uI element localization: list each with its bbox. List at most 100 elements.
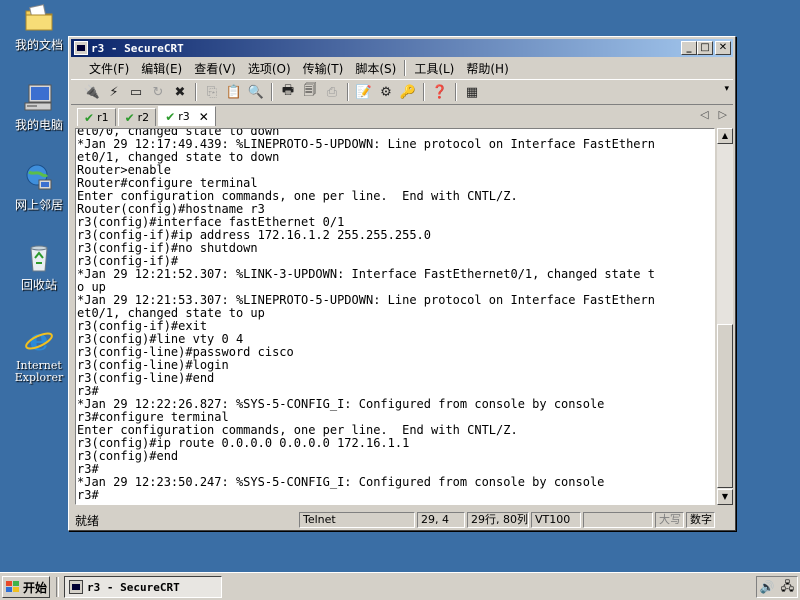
menu-script[interactable]: 脚本(S) xyxy=(349,60,402,77)
toolbar-overflow-icon[interactable]: ▾ xyxy=(724,84,729,94)
toolbar-separator xyxy=(347,83,349,101)
terminal-scrollbar[interactable]: ▲ ▼ xyxy=(717,128,733,505)
taskbar: 开始 r3 - SecureCRT 🔊 🖧 xyxy=(0,572,800,600)
keymap-icon[interactable]: 🔑 xyxy=(397,81,419,103)
windows-flag-icon xyxy=(6,581,20,593)
tab-next-icon[interactable]: ▷ xyxy=(719,108,727,121)
copy-icon[interactable]: ⎘ xyxy=(201,81,223,103)
menu-edit[interactable]: 编辑(E) xyxy=(135,60,188,77)
connected-check-icon: ✔ xyxy=(124,110,135,125)
terminal-line: et0/1, changed state to down xyxy=(77,150,280,164)
reconnect-icon[interactable]: ↻ xyxy=(147,81,169,103)
disconnect-icon[interactable]: ✖ xyxy=(169,81,191,103)
internet-explorer-icon: e xyxy=(23,323,55,358)
system-tray: 🔊 🖧 xyxy=(756,576,798,598)
help-icon[interactable]: ❓ xyxy=(429,81,451,103)
scrollbar-thumb[interactable] xyxy=(717,324,733,488)
quick-connect-icon[interactable]: ⚡ xyxy=(103,81,125,103)
securecrt-app-icon xyxy=(74,41,88,55)
status-emulation: VT100 xyxy=(531,512,581,528)
status-num: 数字 xyxy=(686,512,715,528)
securecrt-app-icon xyxy=(69,580,83,594)
desktop-icon-network-places[interactable]: 网上邻居 xyxy=(2,162,76,212)
toolbar-separator xyxy=(423,83,425,101)
toolbar-separator xyxy=(271,83,273,101)
my-computer-icon xyxy=(23,82,55,114)
desktop-icon-internet-explorer[interactable]: e Internet Explorer xyxy=(2,323,76,384)
scroll-up-icon[interactable]: ▲ xyxy=(717,128,733,144)
connected-check-icon: ✔ xyxy=(165,109,176,124)
paste-icon[interactable]: 📋 xyxy=(223,81,245,103)
toolbar-separator xyxy=(455,83,457,101)
terminal-line: *Jan 29 12:21:52.307: %LINK-3-UPDOWN: In… xyxy=(77,267,655,281)
menu-view[interactable]: 查看(V) xyxy=(188,60,242,77)
volume-icon[interactable]: 🔊 xyxy=(760,580,775,594)
recycle-bin-icon xyxy=(23,242,55,274)
find-icon[interactable]: 🔍 xyxy=(245,81,267,103)
close-button[interactable]: ✕ xyxy=(715,41,731,55)
terminal-output[interactable]: et0/0, changed state to down *Jan 29 12:1… xyxy=(75,128,715,505)
window-title: r3 - SecureCRT xyxy=(91,41,184,55)
desktop-icon-label: 我的电脑 xyxy=(14,118,63,132)
tab-label: r2 xyxy=(137,111,150,124)
menubar: 文件(F) 编辑(E) 查看(V) 选项(O) 传输(T) 脚本(S) 工具(L… xyxy=(71,58,733,78)
network-places-icon xyxy=(23,162,55,194)
terminal-line: *Jan 29 12:23:50.247: %SYS-5-CONFIG_I: C… xyxy=(77,475,605,489)
tab-r3[interactable]: ✔ r3 ✕ xyxy=(158,106,216,126)
global-options-icon[interactable]: ⚙ xyxy=(375,81,397,103)
desktop-icon-my-documents[interactable]: 我的文档 xyxy=(2,2,76,52)
my-documents-icon xyxy=(23,2,55,34)
desktop-icon-my-computer[interactable]: 我的电脑 xyxy=(2,82,76,132)
terminal-line: r3(config)#end xyxy=(77,449,179,463)
terminal-text: et0/0, changed state to down *Jan 29 12:1… xyxy=(76,129,714,502)
tab-r1[interactable]: ✔ r1 xyxy=(77,108,116,126)
print-icon[interactable]: 🖶 xyxy=(277,81,299,103)
status-terminal-size: 29行, 80列 xyxy=(467,512,529,528)
terminal-line: r3(config-line)#end xyxy=(77,371,215,385)
connect-in-tab-icon[interactable]: ▭ xyxy=(125,81,147,103)
menu-separator xyxy=(404,60,407,76)
start-button[interactable]: 开始 xyxy=(2,576,50,598)
window-titlebar[interactable]: r3 - SecureCRT _ □ ✕ xyxy=(71,39,733,57)
tab-label: r1 xyxy=(97,111,109,124)
menu-help[interactable]: 帮助(H) xyxy=(460,60,514,77)
toolbar-separator xyxy=(195,83,197,101)
desktop-icon-recycle-bin[interactable]: 回收站 xyxy=(2,242,76,292)
securecrt-window: r3 - SecureCRT _ □ ✕ 文件(F) 编辑(E) 查看(V) 选… xyxy=(68,36,736,531)
print-selection-icon[interactable]: 🗐 xyxy=(299,81,321,103)
minimize-button[interactable]: _ xyxy=(681,41,697,55)
desktop-icon-label: 网上邻居 xyxy=(14,198,63,212)
maximize-button[interactable]: □ xyxy=(697,41,713,55)
menu-options[interactable]: 选项(O) xyxy=(242,60,297,77)
scroll-down-icon[interactable]: ▼ xyxy=(717,489,733,505)
toolbar: 🔌 ⚡ ▭ ↻ ✖ ⎘ 📋 🔍 🖶 🗐 ⎙ 📝 ⚙ 🔑 ❓ ▦ ▾ xyxy=(71,79,733,105)
menu-transfer[interactable]: 传输(T) xyxy=(297,60,350,77)
tab-r2[interactable]: ✔ r2 xyxy=(117,108,157,126)
taskbar-button-label: r3 - SecureCRT xyxy=(87,580,180,594)
start-label: 开始 xyxy=(23,580,48,595)
taskbar-button-securecrt[interactable]: r3 - SecureCRT xyxy=(64,576,222,598)
connect-icon[interactable]: 🔌 xyxy=(81,81,103,103)
status-ready: 就绪 xyxy=(75,513,100,528)
connected-check-icon: ✔ xyxy=(84,110,95,125)
desktop-icon-label: 我的文档 xyxy=(14,38,63,52)
keypad-icon[interactable]: ▦ xyxy=(461,81,483,103)
session-tabs: ✔ r1 ✔ r2 ✔ r3 ✕ ◁ ▷ xyxy=(71,106,733,126)
tab-close-icon[interactable]: ✕ xyxy=(199,110,209,124)
status-blank xyxy=(583,512,653,528)
taskbar-separator xyxy=(56,577,59,597)
tab-label: r3 xyxy=(178,110,190,123)
menu-tools[interactable]: 工具(L) xyxy=(408,60,460,77)
menu-file[interactable]: 文件(F) xyxy=(83,60,135,77)
desktop-icon-label: Internet Explorer xyxy=(14,359,64,384)
status-protocol: Telnet xyxy=(299,512,415,528)
desktop-icon-label: 回收站 xyxy=(20,278,57,292)
network-status-icon[interactable]: 🖧 xyxy=(781,577,794,598)
print-setup-icon[interactable]: ⎙ xyxy=(321,81,343,103)
tab-prev-icon[interactable]: ◁ xyxy=(700,108,708,121)
terminal-line: r3# xyxy=(77,488,99,502)
statusbar: 就绪 Telnet 29, 4 29行, 80列 VT100 大写 数字 xyxy=(71,511,733,529)
status-cursor-position: 29, 4 xyxy=(417,512,465,528)
session-options-icon[interactable]: 📝 xyxy=(353,81,375,103)
status-caps: 大写 xyxy=(655,512,684,528)
